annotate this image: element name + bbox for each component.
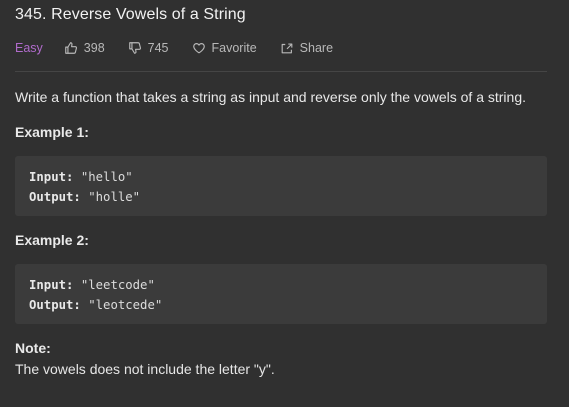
favorite-label: Favorite [211,41,257,55]
output-value: "holle" [88,190,141,204]
like-count: 398 [83,41,105,55]
input-label: Input: [29,170,74,184]
example-2-output-line: Output: "leotcede" [29,295,547,315]
favorite-button[interactable]: Favorite [192,41,257,55]
input-value: "leetcode" [80,278,155,292]
note-text: The vowels does not include the letter "… [15,361,275,377]
difficulty-badge: Easy [15,41,43,55]
share-icon [281,43,293,54]
example-2-heading: Example 2: [15,232,89,248]
dislike-button[interactable]: 745 [128,41,169,55]
header-divider [15,71,547,72]
thumbs-down-icon [128,42,141,54]
example-1-heading: Example 1: [15,124,89,140]
problem-page: 345. Reverse Vowels of a String Easy 398… [0,0,569,407]
output-value: "leotcede" [88,298,163,312]
example-1-input-line: Input: "hello" [29,167,547,187]
problem-meta-bar: Easy 398 745 Favorite Share [15,40,356,56]
example-2-input-line: Input: "leetcode" [29,275,547,295]
dislike-count: 745 [147,41,169,55]
input-label: Input: [29,278,74,292]
like-button[interactable]: 398 [64,41,105,55]
output-label: Output: [29,190,81,204]
example-1-code: Input: "hello" Output: "holle" [15,156,547,216]
example-2-code: Input: "leetcode" Output: "leotcede" [15,264,547,324]
problem-description: Write a function that takes a string as … [15,89,527,105]
note-heading: Note: [15,340,51,356]
thumbs-up-icon [64,42,77,54]
share-button[interactable]: Share [280,41,333,55]
heart-icon [192,43,205,54]
output-label: Output: [29,298,81,312]
share-label: Share [299,41,334,55]
problem-title: 345. Reverse Vowels of a String [15,6,246,23]
example-1-output-line: Output: "holle" [29,187,547,207]
input-value: "hello" [80,170,133,184]
